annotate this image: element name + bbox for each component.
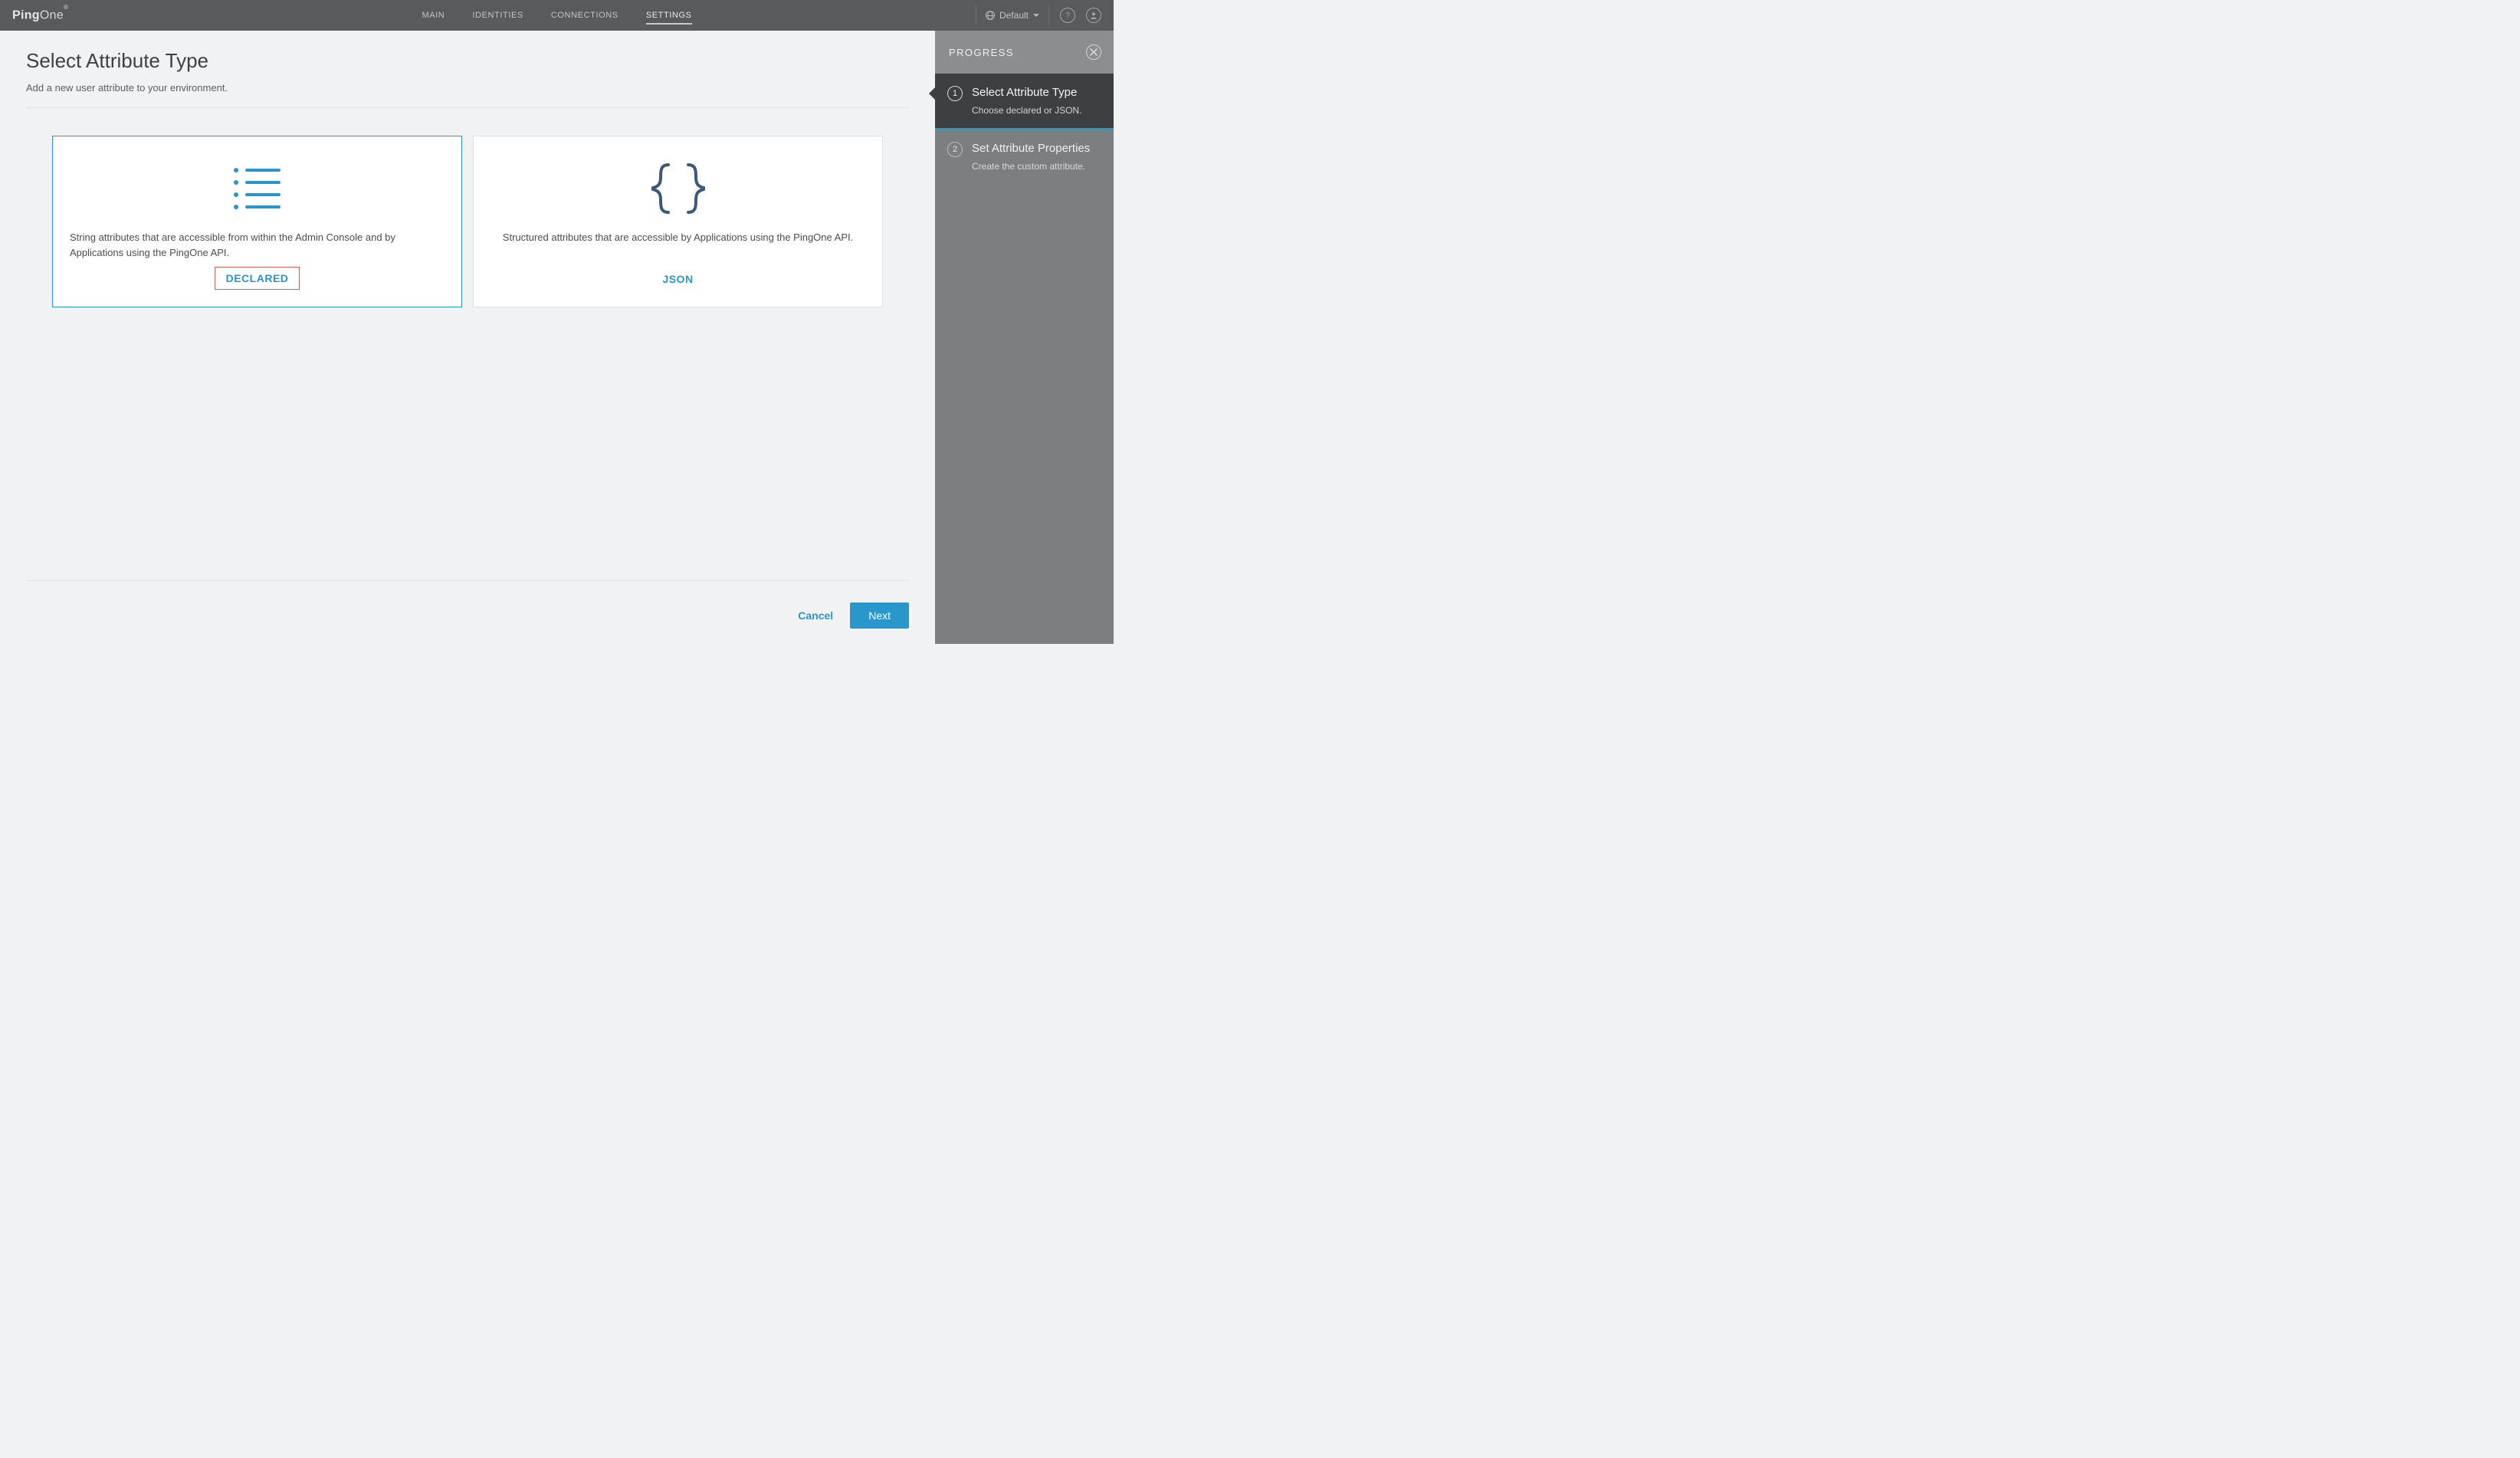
environment-label: Default <box>999 10 1029 21</box>
step-body: Select Attribute Type Choose declared or… <box>972 86 1081 116</box>
step-title: Select Attribute Type <box>972 86 1081 100</box>
progress-sidebar: PROGRESS 1 Select Attribute Type Choose … <box>935 31 1114 644</box>
nav-connections[interactable]: CONNECTIONS <box>551 0 619 31</box>
attribute-type-cards: String attributes that are accessible fr… <box>26 136 909 307</box>
nav-identities[interactable]: IDENTITIES <box>472 0 523 31</box>
help-icon[interactable]: ? <box>1060 8 1075 23</box>
nav-settings[interactable]: SETTINGS <box>646 0 692 31</box>
nav-right: Default ? <box>976 5 1101 25</box>
step-title: Set Attribute Properties <box>972 142 1090 156</box>
top-nav: PingOne® MAIN IDENTITIES CONNECTIONS SET… <box>0 0 1114 31</box>
progress-title: PROGRESS <box>949 47 1014 58</box>
step-body: Set Attribute Properties Create the cust… <box>972 142 1090 172</box>
environment-selector[interactable]: Default <box>976 5 1049 25</box>
close-icon[interactable] <box>1086 44 1101 60</box>
step-number: 2 <box>947 142 963 157</box>
brand-tm: ® <box>64 4 68 11</box>
person-icon <box>1090 11 1098 19</box>
step-number: 1 <box>947 86 963 101</box>
progress-step-2[interactable]: 2 Set Attribute Properties Create the cu… <box>935 130 1114 184</box>
brand-strong: Ping <box>12 8 40 21</box>
next-button[interactable]: Next <box>850 603 909 629</box>
progress-header: PROGRESS <box>935 31 1114 74</box>
braces-icon <box>648 161 708 216</box>
step-subtitle: Create the custom attribute. <box>972 161 1090 172</box>
page-subtitle: Add a new user attribute to your environ… <box>26 82 909 108</box>
cancel-button[interactable]: Cancel <box>798 609 833 622</box>
brand-light: One <box>40 8 64 21</box>
brand-logo: PingOne® <box>12 8 68 22</box>
nav-main[interactable]: MAIN <box>422 0 445 31</box>
nav-center: MAIN IDENTITIES CONNECTIONS SETTINGS <box>422 0 691 31</box>
progress-step-1[interactable]: 1 Select Attribute Type Choose declared … <box>935 74 1114 130</box>
card-declared-desc: String attributes that are accessible fr… <box>70 230 445 260</box>
step-subtitle: Choose declared or JSON. <box>972 105 1081 116</box>
card-json-label: JSON <box>651 268 704 290</box>
chevron-down-icon <box>1033 14 1039 17</box>
layout: Select Attribute Type Add a new user att… <box>0 31 1114 644</box>
card-json[interactable]: Structured attributes that are accessibl… <box>473 136 883 307</box>
list-icon <box>231 161 284 216</box>
wizard-footer: Cancel Next <box>26 580 909 629</box>
card-declared[interactable]: String attributes that are accessible fr… <box>52 136 462 307</box>
page-title: Select Attribute Type <box>26 49 909 73</box>
card-declared-label: DECLARED <box>215 267 300 290</box>
globe-icon <box>986 11 995 20</box>
main-content: Select Attribute Type Add a new user att… <box>0 31 935 644</box>
user-avatar-icon[interactable] <box>1086 8 1101 23</box>
card-json-desc: Structured attributes that are accessibl… <box>491 230 865 245</box>
